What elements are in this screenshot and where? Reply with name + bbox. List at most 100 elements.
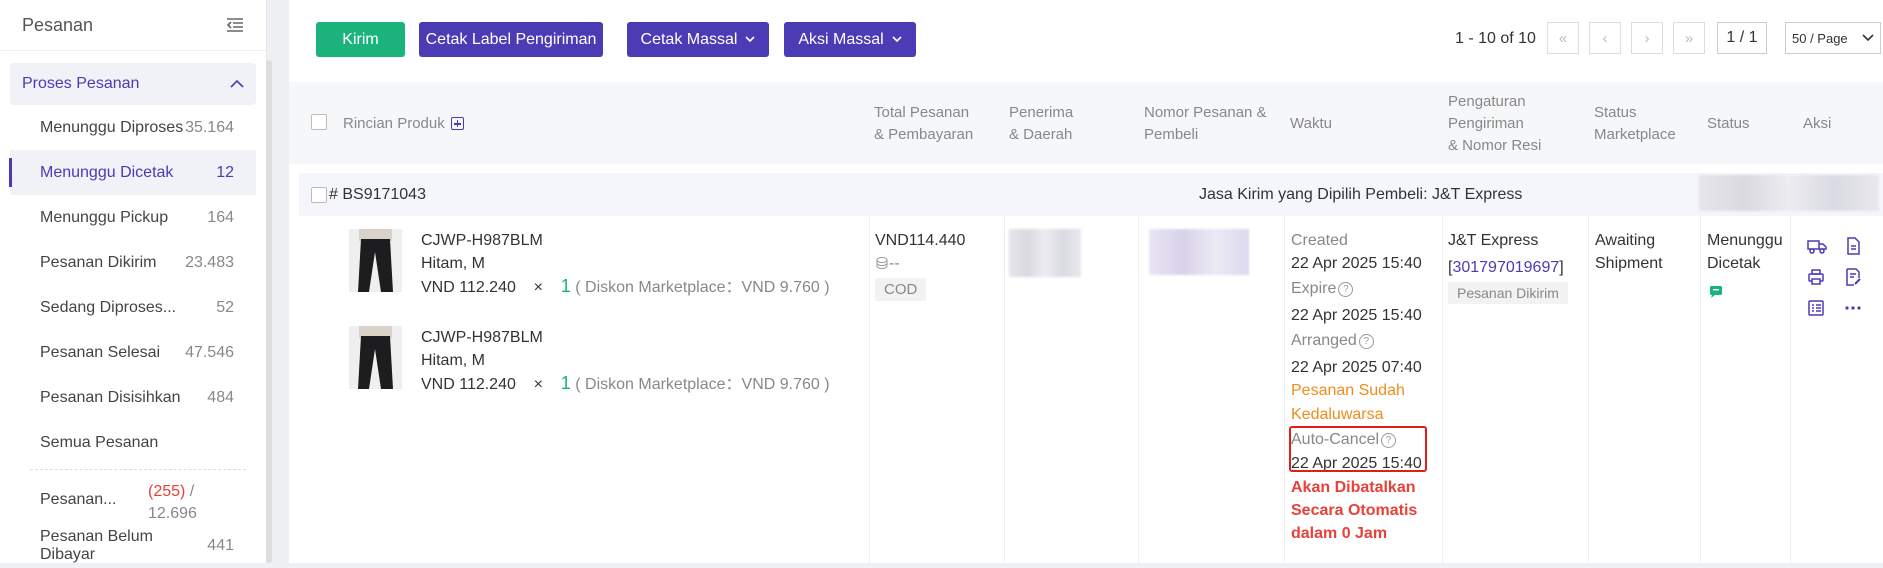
- collapse-menu-icon[interactable]: [226, 17, 244, 33]
- column-divider: [1004, 216, 1005, 563]
- help-icon[interactable]: ?: [1358, 334, 1374, 349]
- sidebar-item-pesanan-selesai[interactable]: Pesanan Selesai 47.546: [0, 330, 256, 375]
- autocancel-warning-line3: dalam 0 Jam: [1291, 525, 1388, 542]
- sidebar-header: Pesanan: [0, 0, 266, 51]
- aksi-massal-label: Aksi Massal: [798, 30, 884, 48]
- sidebar-item-pesanan-belum-dibayar[interactable]: Pesanan Belum Dibayar 441: [0, 523, 256, 568]
- expired-note-line2: Kedaluwarsa: [1291, 406, 1384, 423]
- sidebar-item-count: 164: [207, 208, 234, 226]
- aksi-massal-dropdown[interactable]: Aksi Massal: [784, 22, 916, 57]
- expired-note-line1: Pesanan Sudah: [1291, 382, 1405, 399]
- column-divider: [1700, 216, 1701, 563]
- kirim-button-label: Kirim: [342, 30, 379, 48]
- sidebar-item-count: 35.164: [185, 118, 234, 136]
- first-page-button[interactable]: «: [1547, 22, 1579, 54]
- sidebar-item-pesanan-extra[interactable]: Pesanan... (255) / 12.696: [0, 471, 256, 523]
- sidebar-item-pesanan-dikirim[interactable]: Pesanan Dikirim 23.483: [0, 240, 256, 285]
- redacted-buyer: [1149, 229, 1249, 275]
- autocancel-warning-line1: Akan Dibatalkan: [1291, 479, 1416, 496]
- product-image-pants: [349, 326, 402, 389]
- last-page-button[interactable]: »: [1673, 22, 1705, 54]
- cetak-label-button[interactable]: Cetak Label Pengiriman: [419, 22, 603, 57]
- prev-page-button[interactable]: ‹: [1589, 22, 1621, 54]
- header-waktu: Waktu: [1290, 115, 1332, 132]
- chevron-right-icon: ›: [1644, 29, 1650, 47]
- header-pengaturan-pengiriman: Pengaturan Pengiriman & Nomor Resi: [1448, 91, 1541, 157]
- pagination-range: 1 - 10 of 10: [1455, 30, 1536, 47]
- product-sku: CJWP-H987BLM: [421, 232, 543, 249]
- order-status-line2: Dicetak: [1707, 255, 1761, 272]
- sidebar-item-label: Semua Pesanan: [40, 433, 159, 451]
- product-qty: 1: [560, 373, 571, 393]
- product-thumbnail[interactable]: [349, 229, 402, 292]
- header-penerima: Penerima & Daerah: [1009, 102, 1073, 146]
- sidebar-item-label: Pesanan Disisihkan: [40, 388, 181, 406]
- double-chevron-left-icon: «: [1558, 29, 1568, 47]
- header-nomor-pesanan: Nomor Pesanan & Pembeli: [1144, 102, 1267, 146]
- buyer-courier: Jasa Kirim yang Dipilih Pembeli: J&T Exp…: [1199, 186, 1523, 203]
- product-discount: ( Diskon Marketplace：VND 9.760 ): [575, 376, 830, 393]
- sidebar-item-menunggu-dicetak[interactable]: Menunggu Dicetak 12: [9, 150, 256, 195]
- sidebar-item-count: 52: [216, 298, 234, 316]
- expire-label: Expire: [1291, 280, 1337, 297]
- sidebar-item-pesanan-disisihkan[interactable]: Pesanan Disisihkan 484: [0, 375, 256, 420]
- sidebar-item-sedang-diproses[interactable]: Sedang Diproses... 52: [0, 285, 256, 330]
- sidebar-item-label: Pesanan Belum Dibayar: [40, 527, 153, 563]
- header-label: Rincian Produk: [343, 115, 445, 132]
- sidebar-item-menunggu-pickup[interactable]: Menunggu Pickup 164: [0, 195, 256, 240]
- list-detail-icon[interactable]: [1807, 299, 1825, 317]
- sidebar-item-label: Pesanan Dikirim: [40, 253, 157, 271]
- page-size-select[interactable]: 50 / Page: [1785, 22, 1881, 54]
- created-time: 22 Apr 2025 15:40: [1291, 255, 1422, 272]
- product-thumbnail[interactable]: [349, 326, 402, 389]
- next-page-button[interactable]: ›: [1631, 22, 1663, 54]
- kirim-button[interactable]: Kirim: [316, 22, 405, 57]
- sidebar-group-proses-pesanan[interactable]: Proses Pesanan: [10, 63, 256, 105]
- header-status-marketplace: Status Marketplace: [1594, 102, 1676, 146]
- chevron-down-icon: [1862, 34, 1874, 42]
- printer-icon[interactable]: [1807, 268, 1825, 286]
- truck-icon[interactable]: [1807, 237, 1827, 255]
- sidebar: Pesanan Proses Pesanan Menunggu Diproses…: [0, 0, 267, 563]
- order-checkbox[interactable]: [311, 187, 327, 203]
- more-options-icon[interactable]: [1844, 299, 1862, 317]
- product-price: VND 112.240: [421, 279, 516, 296]
- expand-plus-icon[interactable]: [450, 117, 464, 130]
- chat-icon[interactable]: [1708, 285, 1724, 299]
- sidebar-item-semua-pesanan[interactable]: Semua Pesanan: [0, 420, 256, 465]
- sidebar-title: Pesanan: [22, 14, 94, 35]
- page-size-value: 50 / Page: [1792, 30, 1848, 46]
- header-aksi: Aksi: [1803, 115, 1832, 132]
- edit-document-icon[interactable]: [1844, 268, 1862, 286]
- sidebar-item-count: (255) / 12.696: [148, 481, 234, 525]
- sidebar-item-count: 23.483: [185, 253, 234, 271]
- sidebar-item-menunggu-diproses[interactable]: Menunggu Diproses 35.164: [0, 105, 256, 150]
- header-line: Penerima: [1009, 104, 1074, 121]
- header-line: Pengiriman: [1448, 115, 1524, 132]
- header-line: Nomor Pesanan &: [1144, 104, 1267, 121]
- sidebar-group-label: Proses Pesanan: [22, 75, 140, 92]
- order-status-line1: Menunggu: [1707, 232, 1783, 249]
- chevron-left-icon: ‹: [1602, 29, 1608, 47]
- column-divider: [1138, 216, 1139, 563]
- payment-dash: --: [889, 255, 900, 272]
- bracket-close: ]: [1559, 259, 1564, 276]
- carrier-name: J&T Express: [1448, 232, 1539, 249]
- cetak-massal-dropdown[interactable]: Cetak Massal: [627, 22, 769, 57]
- tracking-number-link[interactable]: 301797019697: [1452, 259, 1559, 276]
- cetak-label-button-label: Cetak Label Pengiriman: [425, 30, 597, 48]
- document-icon[interactable]: [1844, 237, 1862, 255]
- redacted-recipient: [1009, 229, 1081, 277]
- orders-table: Rincian Produk Total Pesanan & Pembayaran…: [289, 82, 1883, 563]
- tracking-number-wrap: [301797019697]: [1448, 256, 1564, 279]
- header-line: Total Pesanan: [874, 104, 970, 121]
- product-variant: Hitam, M: [421, 255, 485, 272]
- select-all-checkbox[interactable]: [311, 114, 327, 130]
- redacted-info: [1699, 175, 1879, 211]
- sidebar-item-label: Sedang Diproses...: [40, 298, 177, 316]
- help-icon[interactable]: ?: [1338, 282, 1354, 297]
- sidebar-scrollbar[interactable]: [266, 60, 272, 563]
- header-line: & Nomor Resi: [1448, 137, 1542, 154]
- sidebar-item-count: 441: [207, 536, 234, 554]
- page-number-input[interactable]: 1 / 1: [1717, 22, 1767, 54]
